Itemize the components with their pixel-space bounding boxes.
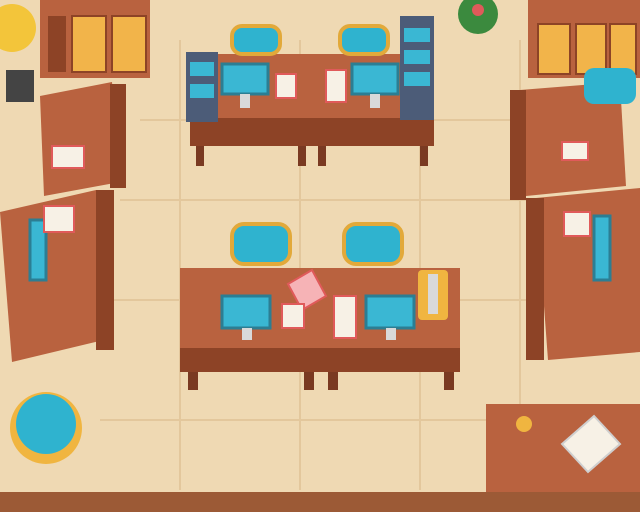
chair-right[interactable] — [584, 68, 636, 104]
shelf-top-right[interactable] — [528, 0, 640, 78]
paper-front-right[interactable] — [333, 295, 357, 339]
paper-stack-back-left[interactable] — [275, 73, 297, 99]
desk-left-top[interactable] — [40, 82, 126, 196]
paper-stack-back-right[interactable] — [325, 69, 347, 103]
shelf-top-left[interactable] — [40, 0, 150, 78]
paper-left-top[interactable] — [51, 145, 85, 169]
chair-front-left[interactable] — [230, 222, 292, 266]
chair-back-left[interactable] — [230, 24, 282, 56]
wall-bottom — [0, 492, 640, 512]
monitor-right-bottom[interactable] — [592, 214, 612, 282]
chair-front-right[interactable] — [342, 222, 404, 266]
desk-bottom-right[interactable] — [486, 404, 640, 494]
office-scene — [0, 0, 640, 512]
paper-left-bottom[interactable] — [43, 205, 75, 233]
paper-right-bottom[interactable] — [563, 211, 591, 237]
stool[interactable] — [10, 392, 82, 464]
paper-right-top[interactable] — [561, 141, 589, 161]
cabinet-right[interactable] — [400, 16, 434, 120]
chair-back-right[interactable] — [338, 24, 390, 56]
cabinet-left[interactable] — [186, 52, 218, 122]
desk-tray[interactable] — [418, 270, 448, 320]
paper-front-left[interactable] — [281, 303, 305, 329]
